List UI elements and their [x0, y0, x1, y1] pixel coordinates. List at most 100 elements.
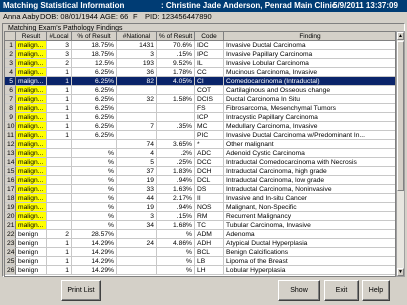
- national-count-cell: 1431: [117, 41, 157, 50]
- code-cell: DCL: [195, 176, 224, 185]
- findings-table[interactable]: Result #Local% of Result #National% of Res…: [4, 31, 396, 277]
- patient-dob: DOB: 08/01/1944: [40, 12, 98, 21]
- local-count-cell: [47, 221, 72, 230]
- table-row[interactable]: 7 malign... 1 6.25% 32 1.58% DCIS Ductal Carcin…: [5, 95, 395, 104]
- table-row[interactable]: 13 malign...% 4.2% ADC Adenoid Cystic Carcin…: [5, 149, 395, 158]
- column-header[interactable]: Code: [195, 32, 224, 41]
- result-cell: malign...: [16, 176, 47, 185]
- result-cell: malign...: [16, 122, 47, 131]
- table-row[interactable]: 14 malign...% 5.25% DCC Intraductal Comedoca…: [5, 158, 395, 167]
- table-row[interactable]: 10 malign... 1 6.25% 7.35% MC Medullary Carcin…: [5, 122, 395, 131]
- national-count-cell: [117, 104, 157, 113]
- vertical-scrollbar[interactable]: ▲ ▼: [396, 31, 405, 277]
- finding-cell: Cartilaginous and Osseous change: [224, 86, 395, 95]
- table-row[interactable]: 18 malign...% 44 2.17% II Invasive and In-sit…: [5, 194, 395, 203]
- table-row[interactable]: 11 malign... 1 6.25% PIC Invasive Ductal Carc…: [5, 131, 395, 140]
- scrollbar-thumb[interactable]: [397, 41, 404, 191]
- code-cell: *: [195, 140, 224, 149]
- finding-cell: Ductal Carcinoma In Situ: [224, 95, 395, 104]
- local-percent-cell: 12.5%: [72, 59, 117, 68]
- column-header[interactable]: #Local: [47, 32, 72, 41]
- national-count-cell: 3: [117, 212, 157, 221]
- scroll-up-arrow-icon[interactable]: ▲: [397, 32, 404, 40]
- code-cell: DCH: [195, 167, 224, 176]
- national-count-cell: 5: [117, 158, 157, 167]
- column-header[interactable]: % of Result: [157, 32, 195, 41]
- column-header[interactable]: Result: [16, 32, 47, 41]
- result-cell: malign...: [16, 50, 47, 59]
- finding-cell: Intraductal Carcinoma, low grade: [224, 176, 395, 185]
- code-cell: IDC: [195, 41, 224, 50]
- show-exams-button[interactable]: Show Exams: [278, 280, 320, 301]
- table-row[interactable]: 20 malign...% 3.15% RM Recurrent Malignancy: [5, 212, 395, 221]
- row-number: 2: [5, 50, 16, 59]
- row-number: 5: [5, 77, 16, 86]
- table-row[interactable]: 19 malign...% 19.94% NOS Malignant, Non-Spec…: [5, 203, 395, 212]
- table-row[interactable]: 17 malign...% 33 1.63% DS Intraductal Carcino…: [5, 185, 395, 194]
- result-cell: malign...: [16, 131, 47, 140]
- patient-banner: : Christine Jade Anderson, Penrad Main C…: [161, 1, 337, 10]
- national-percent-cell: %: [157, 257, 195, 266]
- local-percent-cell: %: [72, 194, 117, 203]
- code-cell: CI: [195, 77, 224, 86]
- local-count-cell: 1: [47, 239, 72, 248]
- code-cell: RM: [195, 212, 224, 221]
- column-header[interactable]: Finding: [224, 32, 395, 41]
- local-percent-cell: 14.29%: [72, 248, 117, 257]
- national-percent-cell: .15%: [157, 50, 195, 59]
- table-row[interactable]: 26 benign 1 14.29%% LH Lobular Hyperplasia: [5, 266, 395, 275]
- column-header[interactable]: #National: [117, 32, 157, 41]
- table-row[interactable]: 3 malign... 2 12.5% 193 9.52% IL Invasive Lobul…: [5, 59, 395, 68]
- local-count-cell: [47, 176, 72, 185]
- exit-button[interactable]: Exit: [324, 280, 359, 301]
- national-percent-cell: .15%: [157, 212, 195, 221]
- local-count-cell: 2: [47, 230, 72, 239]
- table-row[interactable]: 23 benign 1 14.29% 24 4.86% ADH Atypical Ductal…: [5, 239, 395, 248]
- table-row[interactable]: 9 malign... 1 6.25% ICP Intracystic Papillary…: [5, 113, 395, 122]
- header-corner: [5, 32, 16, 41]
- result-cell: malign...: [16, 185, 47, 194]
- national-count-cell: 74: [117, 140, 157, 149]
- table-row[interactable]: 22 benign 2 28.57%% ADM Adenoma: [5, 230, 395, 239]
- table-row[interactable]: 6 malign... 1 6.25% COT Cartilaginous and Oss…: [5, 86, 395, 95]
- finding-cell: Fibrosarcoma, Mesenchymal Tumors: [224, 104, 395, 113]
- row-number: 11: [5, 131, 16, 140]
- help-button[interactable]: Help: [362, 280, 390, 301]
- local-percent-cell: %: [72, 167, 117, 176]
- table-row[interactable]: 24 benign 1 14.29%% BCL Benign Calcifications: [5, 248, 395, 257]
- column-header[interactable]: % of Result: [72, 32, 117, 41]
- national-count-cell: 34: [117, 221, 157, 230]
- finding-cell: Adenoma: [224, 230, 395, 239]
- scroll-down-arrow-icon[interactable]: ▼: [397, 268, 404, 276]
- local-count-cell: [47, 140, 72, 149]
- table-row[interactable]: 2 malign... 3 18.75% 3.15% IPC Invasive Papill…: [5, 50, 395, 59]
- local-count-cell: 1: [47, 122, 72, 131]
- local-percent-cell: 6.25%: [72, 104, 117, 113]
- national-percent-cell: %: [157, 248, 195, 257]
- table-row[interactable]: 16 malign...% 19.94% DCL Intraductal Carcino…: [5, 176, 395, 185]
- patient-info-bar: Anna Aaby DOB: 08/01/1944 AGE: 66 F PID:…: [0, 12, 407, 22]
- code-cell: CC: [195, 68, 224, 77]
- code-cell: ICP: [195, 113, 224, 122]
- table-row[interactable]: 8 malign... 1 6.25% FS Fibrosarcoma, Mesenchy…: [5, 104, 395, 113]
- table-row[interactable]: 15 malign...% 37 1.83% DCH Intraductal Carcin…: [5, 167, 395, 176]
- table-row[interactable]: 21 malign...% 34 1.68% TC Tubular Carcinoma, …: [5, 221, 395, 230]
- local-count-cell: 1: [47, 248, 72, 257]
- national-percent-cell: 1.68%: [157, 221, 195, 230]
- table-row[interactable]: 5 malign... 1 6.25% 82 4.05% CI Comedocarcinoma…: [5, 77, 395, 86]
- row-number: 8: [5, 104, 16, 113]
- result-cell: malign...: [16, 221, 47, 230]
- national-percent-cell: 70.6%: [157, 41, 195, 50]
- national-percent-cell: 9.52%: [157, 59, 195, 68]
- table-row[interactable]: 1 malign... 3 18.75% 1431 70.6% IDC Invasive Du…: [5, 41, 395, 50]
- table-row[interactable]: 25 benign 1 14.29%% LB Lipoma of the Breast: [5, 257, 395, 266]
- print-list-button[interactable]: Print List: [61, 280, 101, 301]
- table-row[interactable]: 12 malign... 74 3.65% * Other malignant: [5, 140, 395, 149]
- patient-name: Anna Aaby: [3, 12, 40, 21]
- local-count-cell: [47, 185, 72, 194]
- code-cell: DCIS: [195, 95, 224, 104]
- local-count-cell: 1: [47, 77, 72, 86]
- row-number: 25: [5, 257, 16, 266]
- table-row[interactable]: 4 malign... 1 6.25% 36 1.78% CC Mucinous Carcin…: [5, 68, 395, 77]
- finding-cell: Invasive and In-situ Cancer: [224, 194, 395, 203]
